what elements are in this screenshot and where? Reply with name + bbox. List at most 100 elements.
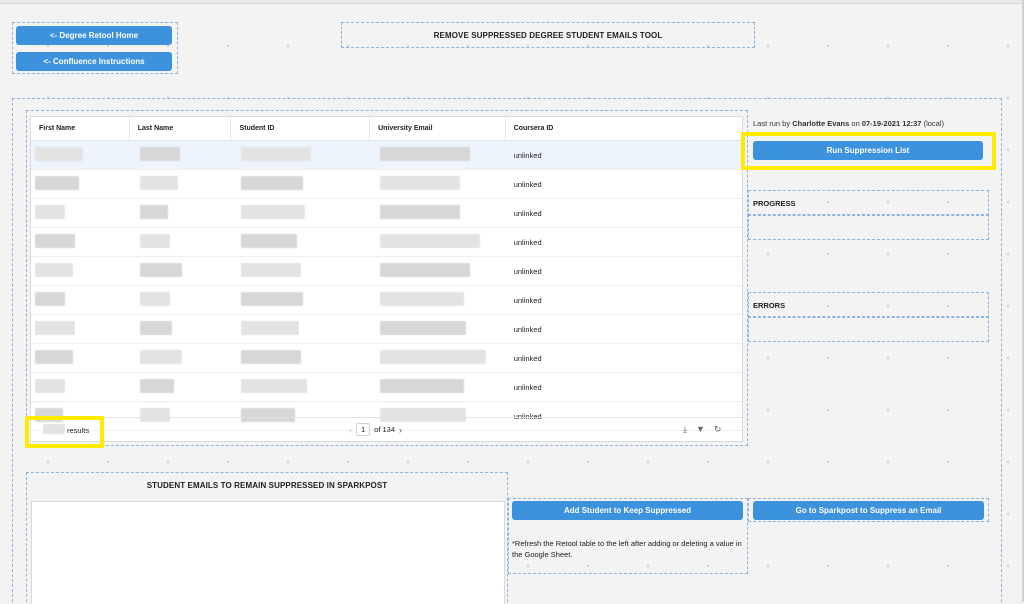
redacted-value	[35, 205, 65, 219]
university-email-cell	[370, 257, 506, 285]
redacted-value	[139, 205, 168, 219]
students-table: First Name Last Name Student ID Universi…	[30, 116, 743, 442]
redacted-value	[241, 321, 300, 335]
table-row[interactable]: unlinked	[31, 315, 742, 344]
student-id-cell	[231, 315, 370, 343]
redacted-value	[35, 234, 75, 248]
student-id-cell	[231, 344, 370, 372]
table-actions: ⤓ ▼ ↻	[683, 424, 721, 435]
redacted-value	[35, 176, 79, 190]
progress-label-container: PROGRESS	[748, 190, 989, 216]
table-row[interactable]: unlinked	[31, 170, 742, 199]
redacted-value	[139, 321, 172, 335]
confluence-instructions-button[interactable]: <- Confluence Instructions	[16, 52, 172, 71]
redacted-value	[241, 205, 306, 219]
last-name-cell	[130, 373, 232, 401]
student-id-cell	[231, 228, 370, 256]
coursera-id-cell: unlinked	[513, 150, 542, 160]
last-run-user: Charlotte Evans	[792, 119, 850, 128]
prev-page-icon[interactable]: ‹	[349, 425, 352, 435]
degree-retool-home-button[interactable]: <- Degree Retool Home	[16, 26, 172, 45]
progress-area	[748, 214, 989, 240]
last-run-timezone: (local)	[923, 119, 944, 128]
redacted-value	[241, 292, 304, 306]
refresh-icon[interactable]: ↻	[714, 424, 722, 435]
refresh-note: *Refresh the Retool table to the left af…	[512, 539, 742, 559]
last-name-cell	[130, 199, 232, 227]
redacted-value	[380, 234, 481, 248]
redacted-value	[241, 350, 302, 364]
remain-suppressed-title: STUDENT EMAILS TO REMAIN SUPPRESSED IN S…	[146, 480, 388, 490]
last-name-cell	[130, 170, 232, 198]
add-student-button[interactable]: Add Student to Keep Suppressed	[512, 501, 743, 520]
first-name-cell	[31, 373, 130, 401]
column-header-first-name[interactable]: First Name	[31, 117, 130, 140]
page-title: REMOVE SUPPRESSED DEGREE STUDENT EMAILS …	[433, 30, 663, 40]
last-run-time: 07-19-2021 12:37	[861, 119, 922, 128]
university-email-cell	[370, 228, 506, 256]
column-header-coursera-id[interactable]: Coursera ID	[506, 117, 742, 140]
first-name-cell	[31, 344, 130, 372]
filter-icon[interactable]: ▼	[696, 424, 705, 435]
table-row[interactable]: unlinked	[31, 373, 742, 402]
table-row[interactable]: unlinked	[31, 228, 742, 257]
student-id-cell	[231, 141, 370, 169]
table-row[interactable]: unlinked	[31, 286, 742, 315]
column-header-last-name[interactable]: Last Name	[130, 117, 232, 140]
first-name-cell	[31, 315, 130, 343]
suppressed-emails-embed[interactable]	[31, 501, 505, 604]
coursera-id-cell: unlinked	[513, 382, 542, 392]
redacted-value	[380, 321, 467, 335]
column-header-university-email[interactable]: University Email	[370, 117, 506, 140]
student-id-cell	[231, 199, 370, 227]
university-email-cell	[370, 315, 506, 343]
errors-label: ERRORS	[753, 300, 786, 310]
redacted-value	[139, 263, 182, 277]
errors-label-container: ERRORS	[748, 292, 989, 318]
university-email-cell	[370, 199, 506, 227]
table-row[interactable]: unlinked	[31, 344, 742, 373]
next-page-icon[interactable]: ›	[399, 425, 402, 435]
table-row[interactable]: unlinked	[31, 257, 742, 286]
last-name-cell	[130, 286, 232, 314]
first-name-cell	[31, 141, 130, 169]
first-name-cell	[31, 199, 130, 227]
redacted-value	[139, 176, 178, 190]
remain-suppressed-container: STUDENT EMAILS TO REMAIN SUPPRESSED IN S…	[26, 472, 508, 604]
student-id-cell	[231, 286, 370, 314]
first-name-cell	[31, 286, 130, 314]
download-icon[interactable]: ⤓	[683, 424, 687, 435]
redacted-value	[380, 379, 465, 393]
page-number-input[interactable]: 1	[356, 423, 371, 436]
redacted-value	[35, 350, 73, 364]
results-highlight	[25, 416, 104, 448]
last-name-cell	[130, 257, 232, 285]
column-header-student-id[interactable]: Student ID	[231, 117, 371, 140]
progress-label: PROGRESS	[753, 198, 796, 208]
table-body: unlinked unlinked unlinked unlinked unlinked…	[31, 141, 742, 431]
errors-area	[748, 316, 989, 342]
redacted-value	[241, 379, 308, 393]
coursera-id-cell: unlinked	[513, 295, 542, 305]
student-id-cell	[231, 373, 370, 401]
last-run-prefix: Last run by	[753, 119, 791, 128]
page-title-container: REMOVE SUPPRESSED DEGREE STUDENT EMAILS …	[341, 22, 755, 48]
go-to-sparkpost-button[interactable]: Go to Sparkpost to Suppress an Email	[753, 501, 984, 520]
coursera-id-cell: unlinked	[513, 237, 542, 247]
table-row[interactable]: unlinked	[31, 141, 742, 170]
redacted-value	[241, 263, 302, 277]
university-email-cell	[370, 286, 506, 314]
redacted-value	[380, 147, 471, 161]
page-count: of 134	[374, 425, 396, 434]
university-email-cell	[370, 170, 506, 198]
redacted-value	[380, 292, 465, 306]
run-suppression-list-button[interactable]: Run Suppression List	[753, 141, 983, 160]
redacted-value	[139, 379, 174, 393]
redacted-value	[35, 263, 73, 277]
coursera-id-cell: unlinked	[513, 208, 542, 218]
redacted-value	[241, 234, 298, 248]
first-name-cell	[31, 170, 130, 198]
pagination: ‹ 1 of 134 ›	[349, 423, 402, 436]
table-row[interactable]: unlinked	[31, 199, 742, 228]
last-name-cell	[130, 315, 232, 343]
